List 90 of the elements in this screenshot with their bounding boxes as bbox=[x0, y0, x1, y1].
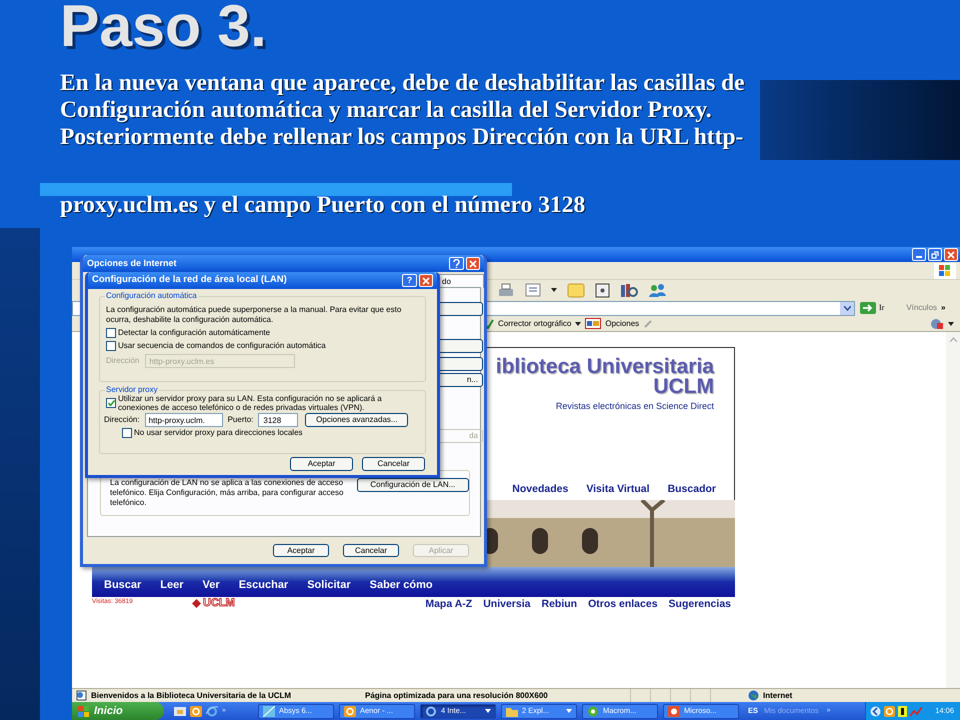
flag-icon bbox=[78, 706, 90, 716]
links-label: Vínculos bbox=[906, 302, 938, 314]
paperclip-icon bbox=[643, 318, 654, 328]
printer-icon[interactable] bbox=[497, 282, 515, 298]
checkbox-label: Utilizar un servidor proxy para su LAN. Esta configuración no se aplicará a conexiones de acceso telefónico o de redes privadas virtuales (VPN). bbox=[118, 394, 383, 412]
status-zone: Internet bbox=[763, 690, 792, 702]
folder-icon bbox=[506, 706, 518, 716]
close-button[interactable] bbox=[419, 274, 433, 287]
slide-title: Paso 3. bbox=[60, 0, 267, 61]
go-button[interactable]: Ir bbox=[860, 302, 884, 314]
help-button[interactable] bbox=[449, 257, 464, 270]
spellcheck-button[interactable]: Corrector ortográfico bbox=[498, 318, 572, 330]
page-icon bbox=[76, 690, 88, 701]
dialog-button[interactable]: Aceptar bbox=[290, 457, 353, 471]
options-icon bbox=[585, 318, 602, 329]
document-icon[interactable] bbox=[525, 283, 541, 297]
minimize-button[interactable] bbox=[912, 248, 926, 261]
advanced-button[interactable]: Opciones avanzadas... bbox=[305, 413, 408, 427]
body-text: Configuración automática y marcar la casilla del Servidor Proxy. bbox=[60, 97, 713, 124]
spellcheck-icon bbox=[484, 318, 494, 328]
dialog-button[interactable]: Cancelar bbox=[362, 457, 425, 471]
dialog-title: Opciones de Internet bbox=[87, 256, 177, 270]
checkbox[interactable] bbox=[106, 398, 116, 408]
restore-icon bbox=[931, 250, 939, 258]
window-icon bbox=[263, 706, 275, 716]
close-button[interactable] bbox=[466, 257, 480, 270]
body-text: Posteriormente debe rellenar los campos Dirección con la URL http- bbox=[60, 124, 744, 151]
lan-settings-button[interactable]: Configuración de LAN... bbox=[356, 478, 469, 492]
caret-icon bbox=[551, 288, 557, 292]
input-field[interactable]: http-proxy.uclm. bbox=[144, 413, 223, 427]
group-label: Configuración automática bbox=[105, 291, 198, 301]
battery-icon[interactable] bbox=[898, 706, 908, 716]
dropdown-button[interactable] bbox=[840, 302, 854, 314]
people-icon[interactable] bbox=[648, 282, 668, 298]
body-text: En la nueva ventana que aparece, debe de deshabilitar las casillas de bbox=[60, 70, 745, 97]
more-button[interactable]: » bbox=[941, 302, 946, 314]
menu-link[interactable]: Leer bbox=[160, 579, 184, 591]
minimize-icon bbox=[916, 256, 922, 258]
footer-link[interactable]: Universia bbox=[483, 598, 530, 611]
question-icon bbox=[453, 259, 460, 268]
menu-link[interactable]: Escuchar bbox=[238, 579, 288, 591]
dialog-button[interactable]: Cancelar bbox=[343, 544, 399, 557]
page-heading: iblioteca Universitaria bbox=[496, 357, 714, 377]
checkbox-label: Usar secuencia de comandos de configuración automática bbox=[118, 341, 326, 351]
footer-link[interactable]: Rebiun bbox=[542, 598, 578, 611]
globe-icon bbox=[748, 690, 759, 701]
close-icon bbox=[947, 250, 955, 258]
status-message: Bienvenidos a la Biblioteca Universitaria de la UCLM bbox=[91, 690, 292, 702]
frame-icon[interactable] bbox=[595, 282, 610, 298]
start-button[interactable]: Inicio bbox=[72, 702, 164, 720]
input-field[interactable]: 3128 bbox=[258, 413, 298, 427]
dialog-title: Configuración de la red de área local (LAN) bbox=[92, 273, 287, 288]
checkbox[interactable] bbox=[122, 428, 132, 438]
field-label: Dirección bbox=[106, 356, 140, 366]
flag-icon bbox=[934, 262, 956, 278]
checkmark-icon bbox=[108, 400, 114, 406]
page-heading: UCLM bbox=[653, 377, 714, 397]
footer-link[interactable]: Mapa A-Z bbox=[425, 598, 472, 611]
menu-link[interactable]: Solicitar bbox=[307, 579, 351, 591]
dialog-text: La configuración automática puede superponerse a la manual. Para evitar que esto ocurra, deshabilite la configuración automática. bbox=[106, 305, 402, 325]
options-button[interactable]: Opciones bbox=[605, 318, 640, 330]
chevron-icon bbox=[950, 336, 956, 342]
dialog-button[interactable]: Aceptar bbox=[273, 544, 329, 557]
close-icon bbox=[469, 260, 477, 268]
help-button[interactable]: ? bbox=[402, 274, 417, 287]
checkbox-label: No usar servidor proxy para direcciones locales bbox=[134, 428, 303, 438]
books-icon[interactable] bbox=[620, 282, 638, 298]
menu-link[interactable]: Ver bbox=[202, 579, 220, 591]
footer-link[interactable]: Otros enlaces bbox=[588, 598, 658, 611]
page-link[interactable]: Revistas electrónicas en Science Direct bbox=[556, 400, 714, 414]
field-label: Puerto: bbox=[228, 415, 254, 425]
status-text: Página optimizada para una resolución 800X600 bbox=[365, 690, 549, 702]
caret-icon bbox=[575, 322, 582, 326]
nav-link[interactable]: Buscador bbox=[668, 482, 716, 498]
restore-button[interactable] bbox=[928, 248, 942, 261]
field-label: Dirección: bbox=[104, 415, 140, 425]
checkbox-label: Detectar la configuración automáticamente bbox=[118, 328, 270, 338]
close-icon bbox=[422, 276, 430, 284]
group-label: Servidor proxy bbox=[105, 385, 159, 395]
nav-link[interactable]: Visita Virtual bbox=[586, 482, 650, 498]
footer-link[interactable]: Sugerencias bbox=[668, 598, 731, 611]
caret-icon bbox=[948, 322, 954, 326]
app-icon bbox=[587, 706, 599, 716]
dialog-text: La configuración de LAN no se aplica a las conexiones de acceso telefónico. Elija Configuración, más arriba, para configurar acceso telefónico. bbox=[110, 478, 344, 508]
menu-link[interactable]: Buscar bbox=[104, 579, 142, 591]
close-button[interactable] bbox=[944, 248, 958, 261]
desktop-icon[interactable] bbox=[174, 706, 186, 716]
nav-link[interactable]: Novedades bbox=[512, 482, 568, 498]
menu-link[interactable]: Saber cómo bbox=[370, 579, 433, 591]
chevron-icon bbox=[844, 306, 850, 310]
